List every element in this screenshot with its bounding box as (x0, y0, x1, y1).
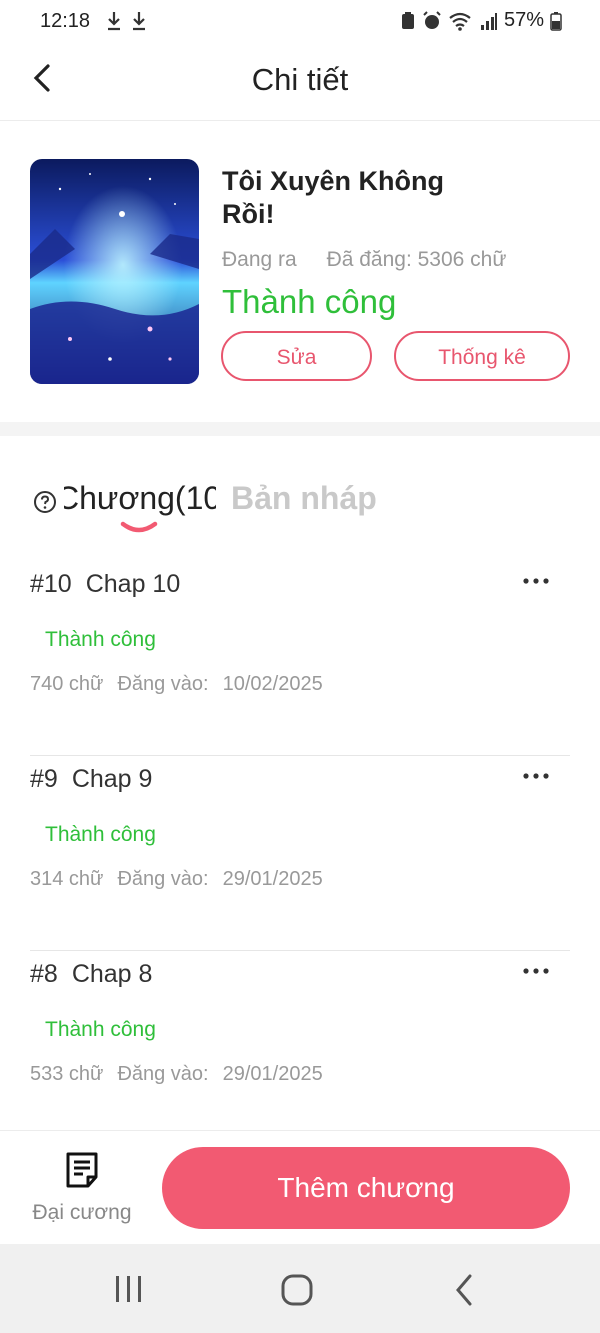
book-meta: Đang ra Đã đăng: 5306 chữ (222, 248, 506, 272)
chapter-word-count: 740 chữ (30, 673, 104, 695)
chapter-number: #9 (30, 765, 58, 793)
chapter-title: #10 Chap 10 (30, 570, 180, 599)
bottom-action-bar: Đại cương Thêm chương (0, 1130, 600, 1245)
chapter-status: Thành công (45, 628, 156, 651)
chapter-meta: 740 chữ Đăng vào: 10/02/2025 (30, 673, 323, 696)
status-icons: 57% (400, 9, 562, 32)
chapter-name: Chap 10 (85, 570, 181, 598)
more-options-icon[interactable] (522, 576, 550, 586)
help-icon[interactable] (33, 490, 57, 514)
book-title: Tôi Xuyên Không Rồi! (222, 166, 444, 229)
wifi-icon (449, 12, 471, 31)
more-options-icon[interactable] (522, 771, 550, 781)
battery-saver-icon (401, 11, 414, 29)
tab-drafts[interactable]: Bản nháp (231, 480, 377, 517)
chapter-item[interactable]: #9 Chap 9 Thành công 314 chữ Đăng vào: 29/0… (30, 755, 570, 951)
chapter-posted-label: Đăng vào: (117, 673, 209, 695)
book-cover-image[interactable] (30, 159, 199, 384)
outline-button[interactable]: Đại cương (28, 1151, 136, 1231)
chapter-name: Chap 9 (71, 765, 153, 793)
chapter-title: #9 Chap 9 (30, 765, 152, 794)
chapter-item[interactable]: #8 Chap 8 Thành công 533 chữ Đăng vào: 29/0… (30, 950, 570, 1146)
chapter-meta: 533 chữ Đăng vào: 29/01/2025 (30, 1063, 323, 1086)
chapter-date: 29/01/2025 (222, 868, 323, 890)
download-icon (133, 12, 145, 31)
chapter-status: Thành công (45, 1018, 156, 1041)
book-info-card: Tôi Xuyên Không Rồi! Đang ra Đã đăng: 53… (0, 121, 600, 421)
tab-bar: Chương(10) Bản nháp (0, 470, 600, 540)
tab-active-indicator (120, 521, 158, 533)
section-divider (0, 422, 600, 436)
app-header: Chi tiết (0, 44, 600, 121)
tab-chapters[interactable]: Chương(10) (64, 480, 216, 517)
chapter-word-count: 314 chữ (30, 868, 104, 890)
tab-chapters-label: Chương(10) (64, 480, 216, 516)
home-icon[interactable] (280, 1273, 314, 1307)
book-word-count: Đã đăng: 5306 chữ (326, 248, 507, 271)
chapter-number: #8 (30, 960, 58, 988)
more-options-icon[interactable] (522, 966, 550, 976)
chapter-number: #10 (30, 570, 72, 598)
chapter-date: 10/02/2025 (222, 673, 323, 695)
download-icon (108, 12, 120, 31)
status-time: 12:18 (40, 10, 91, 32)
signal-icon (480, 12, 497, 30)
outline-label: Đại cương (32, 1201, 132, 1224)
chapter-item[interactable]: #10 Chap 10 Thành công 740 chữ Đăng vào: 10… (30, 560, 570, 756)
chapter-name: Chap 8 (71, 960, 153, 988)
chapter-status: Thành công (45, 823, 156, 846)
back-nav-icon[interactable] (452, 1273, 476, 1307)
chapter-title: #8 Chap 8 (30, 960, 152, 989)
chapter-posted-label: Đăng vào: (117, 1063, 209, 1085)
recent-apps-icon[interactable] (112, 1274, 146, 1304)
status-bar: 12:18 57% (0, 0, 600, 44)
chapter-posted-label: Đăng vào: (117, 868, 209, 890)
chapter-word-count: 533 chữ (30, 1063, 104, 1085)
page-title: Chi tiết (251, 62, 349, 97)
book-status: Thành công (222, 283, 397, 320)
battery-percent: 57% (503, 9, 544, 31)
system-navigation-bar (0, 1244, 600, 1333)
chapter-meta: 314 chữ Đăng vào: 29/01/2025 (30, 868, 323, 891)
chapter-date: 29/01/2025 (222, 1063, 323, 1085)
edit-button[interactable]: Sửa (221, 331, 372, 381)
battery-icon (550, 11, 562, 31)
outline-document-icon (66, 1152, 98, 1188)
alarm-icon (423, 10, 441, 29)
book-publish-state: Đang ra (222, 248, 297, 271)
statistics-button[interactable]: Thống kê (394, 331, 570, 381)
add-chapter-button[interactable]: Thêm chương (162, 1147, 570, 1229)
